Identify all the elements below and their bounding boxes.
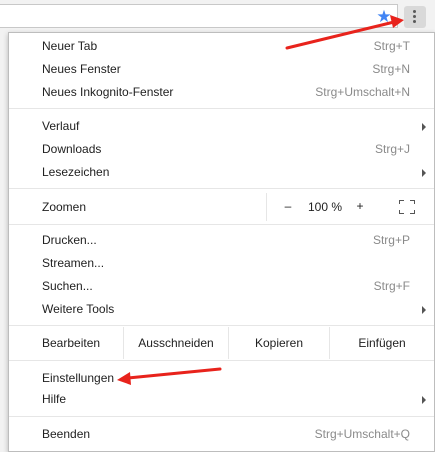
address-bar[interactable] [0,4,398,28]
menu-item-more-tools[interactable]: Weitere Tools [9,298,434,321]
zoom-level: 100 % [307,200,343,214]
menu-separator [9,360,434,361]
menu-item-bookmarks[interactable]: Lesezeichen [9,161,434,184]
menu-separator [9,188,434,189]
menu-item-new-incognito-window[interactable]: Neues Inkognito-Fenster Strg+Umschalt+N [9,81,434,104]
three-dots-vertical-icon [413,10,417,24]
submenu-arrow-icon [422,396,426,404]
menu-separator [9,108,434,109]
menu-item-downloads[interactable]: Downloads Strg+J [9,138,434,161]
copy-button[interactable]: Kopieren [228,327,329,359]
menu-item-history[interactable]: Verlauf [9,115,434,138]
paste-button[interactable]: Einfügen [329,327,434,359]
submenu-arrow-icon [422,306,426,314]
zoom-out-button[interactable]: – [281,199,295,213]
zoom-in-button[interactable]: + [353,199,367,213]
chrome-menu-button[interactable] [404,6,426,28]
chrome-main-menu: Neuer Tab Strg+T Neues Fenster Strg+N Ne… [8,32,435,452]
menu-item-cast[interactable]: Streamen... [9,252,434,275]
cut-button[interactable]: Ausschneiden [123,327,228,359]
menu-separator [9,325,434,326]
menu-item-help[interactable]: Hilfe [9,388,434,411]
menu-item-settings[interactable]: Einstellungen [9,367,434,390]
menu-item-print[interactable]: Drucken... Strg+P [9,229,434,252]
menu-item-exit[interactable]: Beenden Strg+Umschalt+Q [9,423,434,446]
star-icon[interactable]: ★ [374,7,394,27]
menu-separator [9,416,434,417]
menu-item-find[interactable]: Suchen... Strg+F [9,275,434,298]
edit-row: Bearbeiten Ausschneiden Kopieren Einfüge… [9,327,434,359]
zoom-control: – 100 % + [266,193,387,221]
zoom-row: Zoomen – 100 % + [9,193,434,221]
submenu-arrow-icon [422,169,426,177]
submenu-arrow-icon [422,123,426,131]
menu-separator [9,224,434,225]
browser-toolbar: ★ [0,0,435,32]
fullscreen-icon[interactable] [399,200,415,214]
menu-item-new-window[interactable]: Neues Fenster Strg+N [9,58,434,81]
menu-item-new-tab[interactable]: Neuer Tab Strg+T [9,35,434,58]
